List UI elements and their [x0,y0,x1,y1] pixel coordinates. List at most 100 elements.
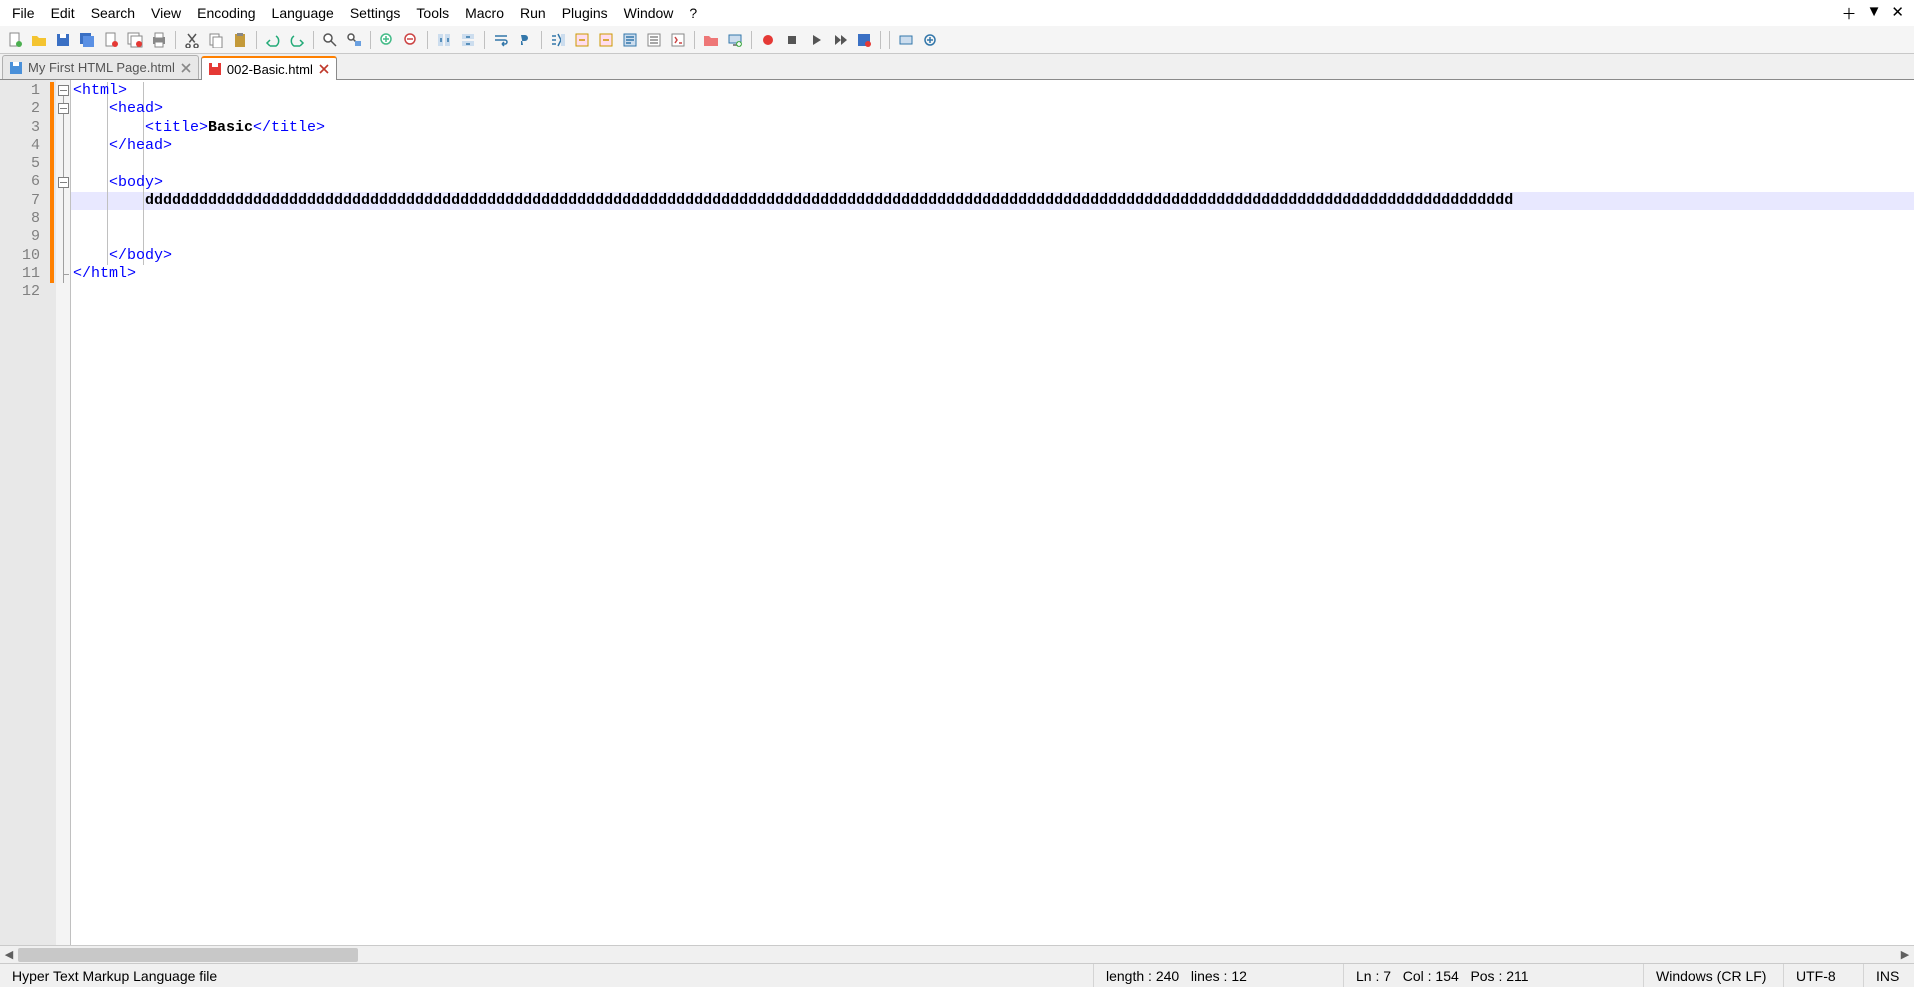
menu-view[interactable]: View [143,2,189,24]
file-saved-icon [9,61,23,75]
doc-map-icon[interactable] [619,29,641,51]
scrollbar-thumb[interactable] [18,948,358,962]
line-number: 5 [0,155,40,173]
unfold-all-icon[interactable] [595,29,617,51]
word-wrap-icon[interactable] [490,29,512,51]
status-length-lines: length : 240 lines : 12 [1094,964,1344,987]
close-window-button[interactable]: ✕ [1891,3,1904,24]
close-all-icon[interactable] [124,29,146,51]
replace-icon[interactable] [343,29,365,51]
stop-macro-icon[interactable] [781,29,803,51]
menu-settings[interactable]: Settings [342,2,409,24]
editor-area: 123456789101112 <html> <head> <title>Bas… [0,80,1914,945]
line-number-gutter: 123456789101112 [0,80,50,945]
redo-icon[interactable] [286,29,308,51]
code-line [73,228,145,246]
find-icon[interactable] [319,29,341,51]
tab-close-icon[interactable] [318,63,330,75]
status-insert-mode[interactable]: INS [1864,964,1914,987]
code-line: <title>Basic</title> [73,119,325,137]
save-icon[interactable] [52,29,74,51]
play-macro-icon[interactable] [805,29,827,51]
save-all-icon[interactable] [76,29,98,51]
fold-toggle-icon[interactable] [58,177,69,188]
doc-list-icon[interactable] [643,29,665,51]
toolbar [0,26,1914,54]
line-number: 1 [0,82,40,100]
play-multiple-icon[interactable] [829,29,851,51]
code-line: <html> [73,82,127,100]
window-controls: ＋ ▼ ✕ [1842,3,1910,24]
scroll-right-arrow-icon[interactable]: ▶ [1896,946,1914,964]
menu-file[interactable]: File [4,2,43,24]
status-encoding[interactable]: UTF-8 [1784,964,1864,987]
paste-icon[interactable] [229,29,251,51]
code-line: <body> [73,174,163,192]
monitor-icon[interactable] [724,29,746,51]
line-number: 11 [0,265,40,283]
show-symbol-icon[interactable] [919,29,941,51]
menu-encoding[interactable]: Encoding [189,2,263,24]
scrollbar-track[interactable] [18,946,1896,964]
menu-search[interactable]: Search [83,2,143,24]
menu-[interactable]: ? [681,2,705,24]
save-macro-icon[interactable] [853,29,875,51]
menu-bar: FileEditSearchViewEncodingLanguageSettin… [0,0,1914,26]
menu-run[interactable]: Run [512,2,554,24]
show-indent-icon[interactable] [895,29,917,51]
tab[interactable]: My First HTML Page.html [2,55,199,79]
code-line: <head> [73,100,163,118]
cut-icon[interactable] [181,29,203,51]
zoom-in-icon[interactable] [376,29,398,51]
status-eol[interactable]: Windows (CR LF) [1644,964,1784,987]
new-file-icon[interactable] [4,29,26,51]
menu-language[interactable]: Language [264,2,342,24]
copy-icon[interactable] [205,29,227,51]
menu-macro[interactable]: Macro [457,2,512,24]
tab-close-icon[interactable] [180,62,192,74]
tab[interactable]: 002-Basic.html [201,56,337,80]
line-number: 12 [0,283,40,301]
line-number: 10 [0,247,40,265]
open-file-icon[interactable] [28,29,50,51]
status-file-type: Hyper Text Markup Language file [0,964,1094,987]
fold-all-icon[interactable] [571,29,593,51]
line-number: 4 [0,137,40,155]
menu-edit[interactable]: Edit [43,2,83,24]
line-number: 7 [0,192,40,210]
code-line: dddddddddddddddddddddddddddddddddddddddd… [73,192,1513,210]
show-all-chars-icon[interactable] [514,29,536,51]
horizontal-scrollbar[interactable]: ◀ ▶ [0,945,1914,963]
sync-h-icon[interactable] [457,29,479,51]
record-macro-icon[interactable] [757,29,779,51]
print-icon[interactable] [148,29,170,51]
undo-icon[interactable] [262,29,284,51]
close-file-icon[interactable] [100,29,122,51]
status-cursor: Ln : 7 Col : 154 Pos : 211 [1344,964,1644,987]
indent-guide-icon[interactable] [547,29,569,51]
sync-v-icon[interactable] [433,29,455,51]
line-number: 6 [0,173,40,191]
new-tab-button[interactable]: ＋ [1842,3,1857,24]
tab-label: 002-Basic.html [227,62,313,77]
fold-toggle-icon[interactable] [58,103,69,114]
toolbar-dropdown-icon[interactable]: ▼ [1867,3,1882,24]
function-list-icon[interactable] [667,29,689,51]
zoom-out-icon[interactable] [400,29,422,51]
status-bar: Hyper Text Markup Language file length :… [0,963,1914,987]
code-content[interactable]: <html> <head> <title>Basic</title> </hea… [71,80,1914,945]
tab-label: My First HTML Page.html [28,60,175,75]
tab-bar: My First HTML Page.html 002-Basic.html [0,54,1914,80]
menu-tools[interactable]: Tools [408,2,457,24]
folder-workspace-icon[interactable] [700,29,722,51]
line-number: 8 [0,210,40,228]
scroll-left-arrow-icon[interactable]: ◀ [0,946,18,964]
line-number: 2 [0,100,40,118]
menu-window[interactable]: Window [616,2,682,24]
code-line: </head> [73,137,172,155]
code-line: </html> [73,265,136,283]
menu-plugins[interactable]: Plugins [554,2,616,24]
fold-toggle-icon[interactable] [58,85,69,96]
code-line: </body> [73,247,172,265]
line-number: 3 [0,119,40,137]
